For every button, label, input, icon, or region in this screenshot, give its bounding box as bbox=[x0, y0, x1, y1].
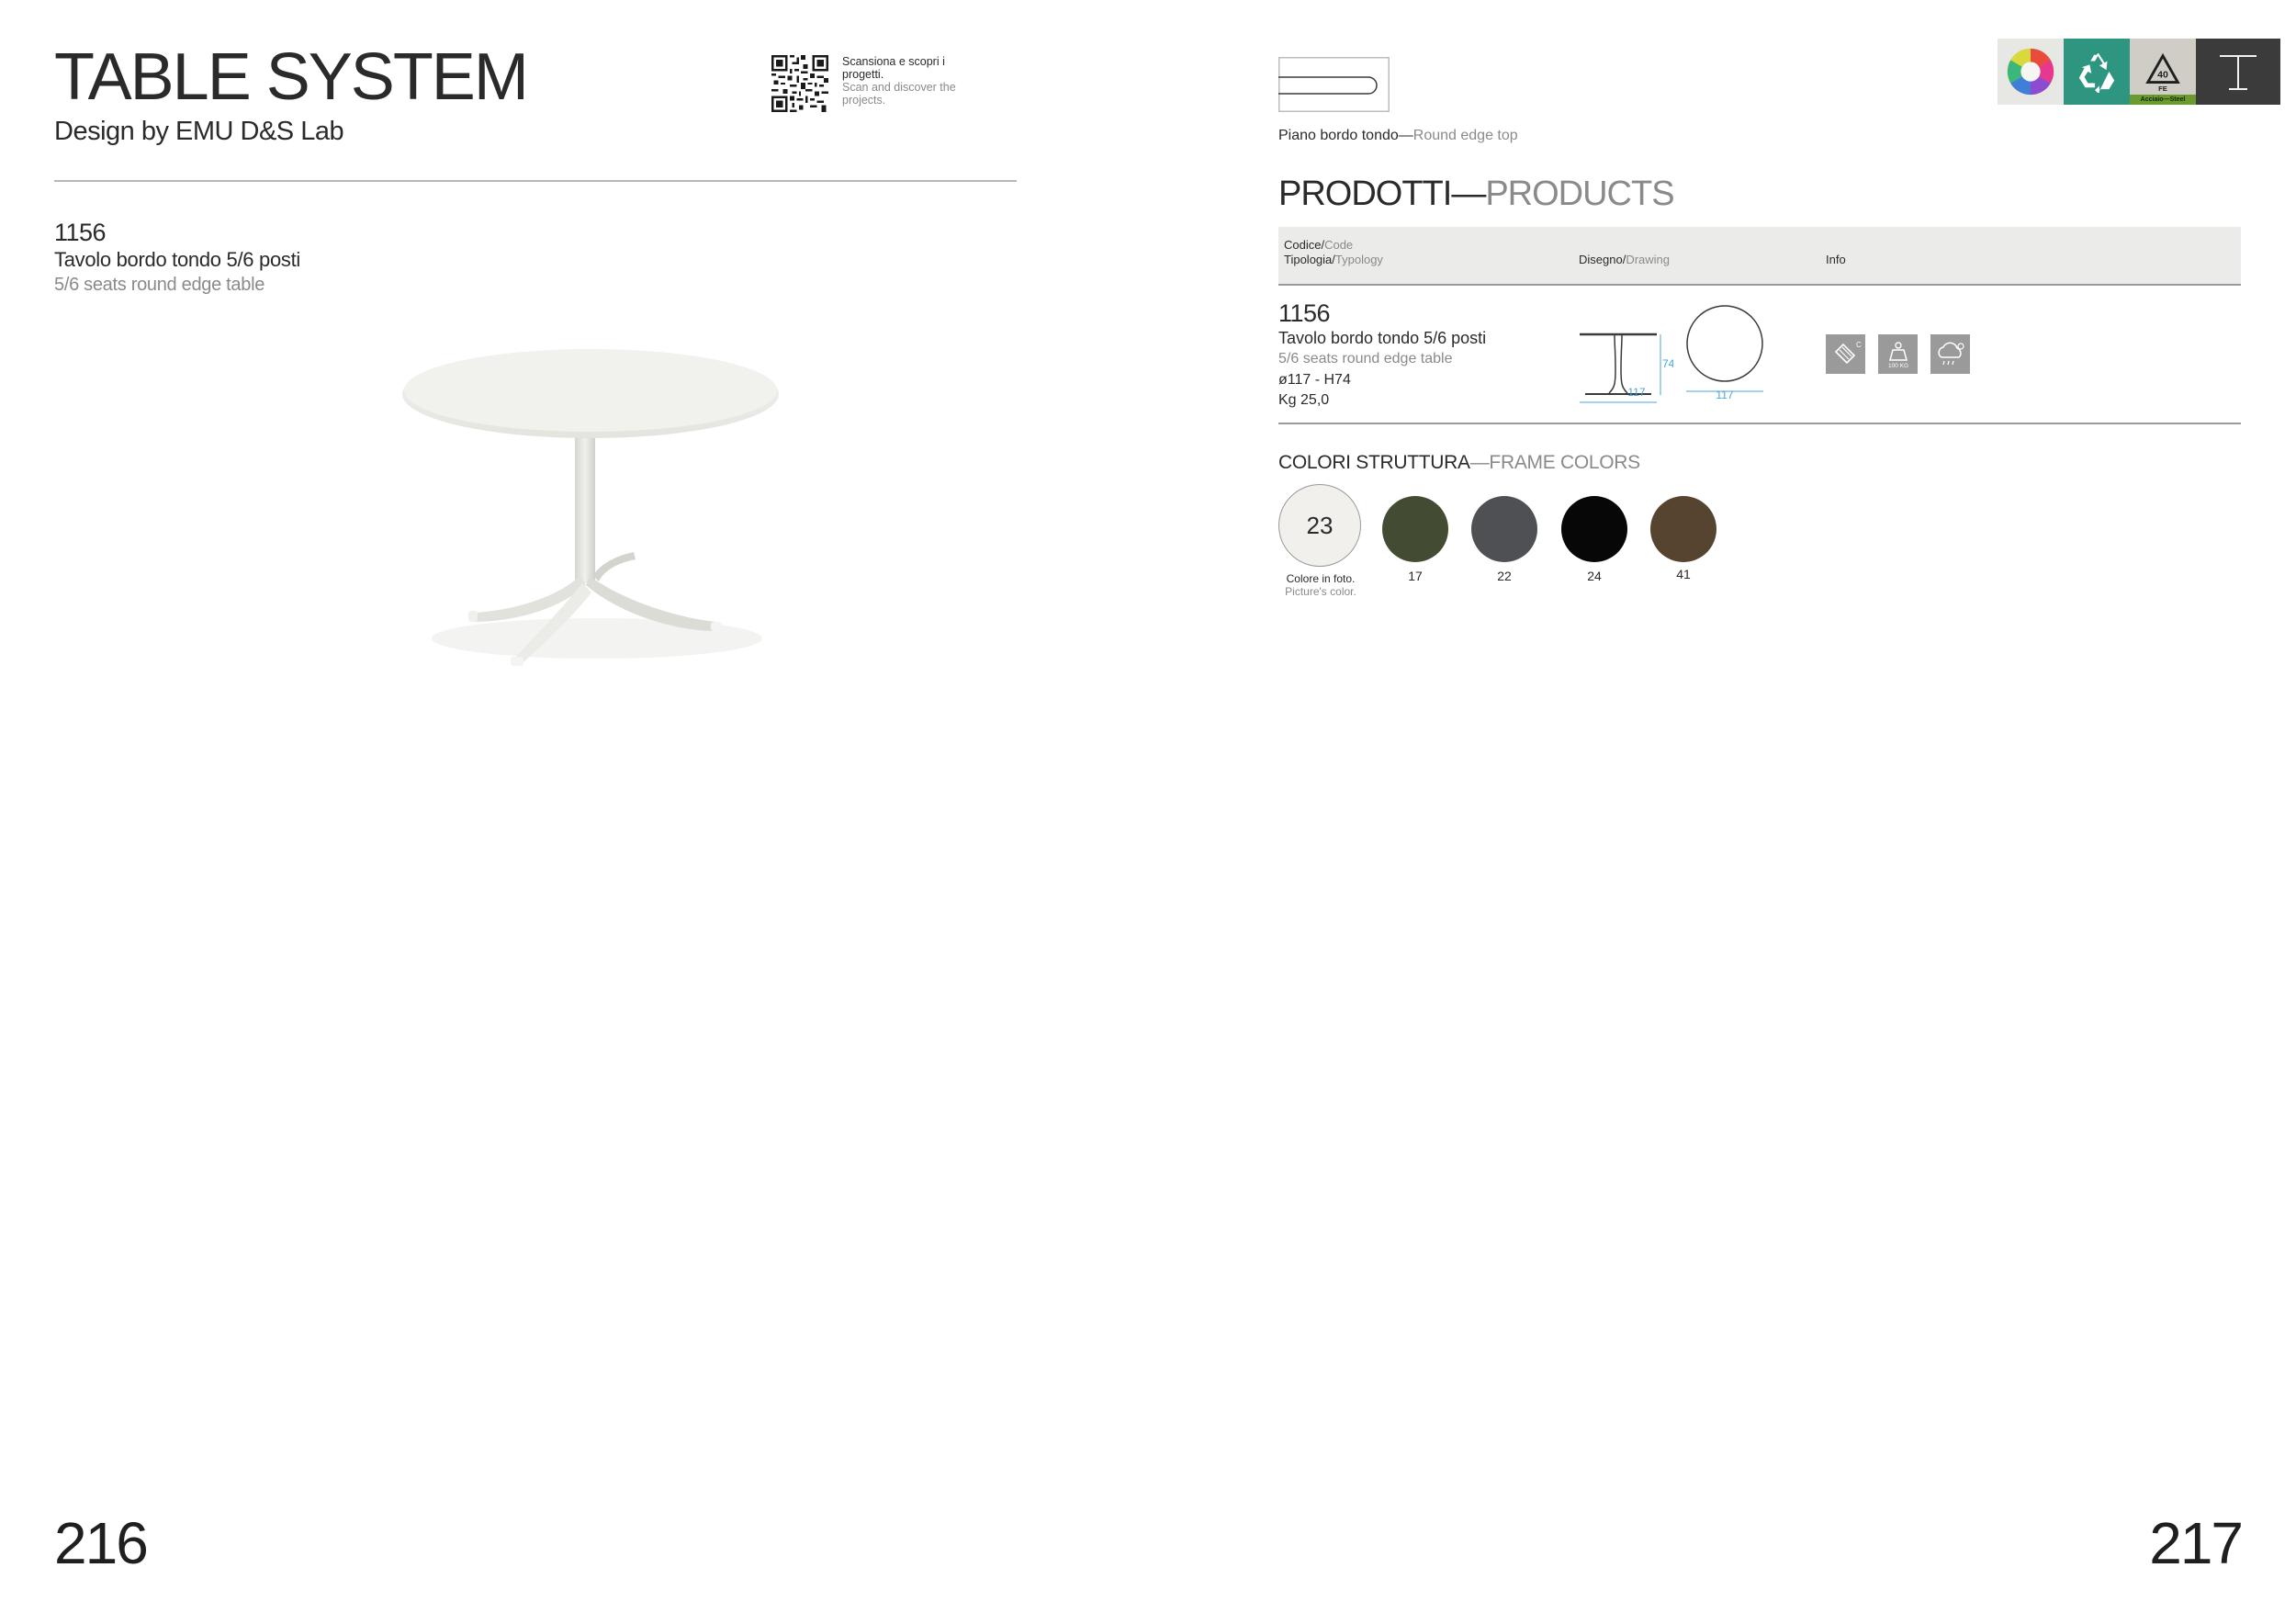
header-typology-it: Tipologia/ bbox=[1284, 253, 1335, 266]
product-name-it: Tavolo bordo tondo 5/6 posti bbox=[54, 248, 301, 271]
header-info: Info bbox=[1826, 253, 1846, 266]
color-label-22: 22 bbox=[1497, 569, 1512, 583]
color-label-41: 41 bbox=[1676, 567, 1691, 581]
header-typology-en: Typology bbox=[1334, 253, 1383, 266]
drawing-height-label: 74 bbox=[1662, 357, 1673, 370]
edge-caption: Piano bordo tondo—Round edge top bbox=[1278, 128, 1518, 144]
color-code-23: 23 bbox=[1306, 511, 1334, 539]
steel-badge-code: FE bbox=[2158, 85, 2167, 93]
drawing-diameter-label: 117 bbox=[1716, 389, 1734, 401]
photo-color-it: Colore in foto. bbox=[1286, 572, 1356, 585]
products-heading-it: PRODOTTI bbox=[1278, 175, 1452, 213]
color-label-17: 17 bbox=[1408, 569, 1423, 583]
row-product-name-en: 5/6 seats round edge table bbox=[1278, 351, 1453, 367]
color-swatch-17[interactable] bbox=[1382, 496, 1448, 562]
table-header-divider bbox=[1278, 284, 2241, 286]
anti-scratch-icon: C bbox=[1826, 334, 1865, 374]
feature-badges: 40 FE Acciaio—Steel bbox=[1998, 39, 2280, 105]
row-product-code: 1156 bbox=[1278, 299, 1331, 327]
page-number-right: 217 bbox=[2149, 1510, 2244, 1576]
info-icons: C 100 KG bbox=[1826, 334, 1970, 374]
table-product-photo bbox=[402, 349, 779, 666]
products-heading-en: PRODUCTS bbox=[1485, 175, 1674, 213]
load-capacity-icon: 100 KG bbox=[1878, 334, 1918, 374]
qr-caption-en: Scan and discover the projects. bbox=[842, 81, 956, 107]
frame-colors-heading-en: FRAME COLORS bbox=[1489, 452, 1640, 473]
color-swatch-41[interactable] bbox=[1650, 496, 1716, 562]
color-swatch-24[interactable] bbox=[1561, 496, 1627, 562]
page-title: TABLE SYSTEM bbox=[54, 40, 529, 114]
color-wheel-icon bbox=[1998, 39, 2064, 105]
qr-caption: Scansiona e scopri i progetti. Scan and … bbox=[842, 55, 962, 107]
edge-caption-en: Round edge top bbox=[1412, 128, 1518, 143]
products-heading: PRODOTTI—PRODUCTS bbox=[1278, 175, 1675, 214]
table-system-icon bbox=[2196, 39, 2280, 105]
products-table-header: Codice/Code Tipologia/Typology Disegno/D… bbox=[1278, 227, 2241, 284]
svg-text:C: C bbox=[1856, 341, 1862, 349]
photo-color-en: Picture's color. bbox=[1285, 585, 1356, 598]
table-row-divider bbox=[1278, 423, 2241, 424]
product-name-en: 5/6 seats round edge table bbox=[54, 275, 265, 295]
product-code: 1156 bbox=[54, 219, 107, 246]
header-code-en: Code bbox=[1324, 238, 1354, 252]
color-swatch-22[interactable] bbox=[1471, 496, 1537, 562]
row-product-name-it: Tavolo bordo tondo 5/6 posti bbox=[1278, 329, 1487, 347]
row-weight: Kg 25,0 bbox=[1278, 392, 1330, 408]
frame-colors-heading-separator: — bbox=[1469, 452, 1490, 473]
recycle-icon bbox=[2064, 39, 2130, 105]
color-swatch-23[interactable]: 23 bbox=[1278, 484, 1361, 567]
steel-recycling-icon: 40 FE Acciaio—Steel bbox=[2130, 39, 2196, 105]
row-dimensions: ø117 - H74 bbox=[1278, 372, 1351, 388]
products-heading-separator: — bbox=[1451, 175, 1486, 213]
frame-colors-heading-it: COLORI STRUTTURA bbox=[1278, 452, 1470, 473]
header-drawing: Disegno/Drawing bbox=[1579, 253, 1670, 267]
qr-code-icon[interactable] bbox=[771, 55, 828, 112]
weather-resistant-icon bbox=[1930, 334, 1970, 374]
header-code-it: Codice/ bbox=[1284, 238, 1325, 252]
steel-badge-number: 40 bbox=[2157, 70, 2168, 81]
round-edge-profile-icon bbox=[1278, 57, 1390, 112]
header-drawing-en: Drawing bbox=[1626, 253, 1670, 266]
page-number-left: 216 bbox=[54, 1510, 149, 1576]
photo-color-note: Colore in foto. Picture's color. bbox=[1269, 572, 1372, 598]
header-drawing-it: Disegno/ bbox=[1579, 253, 1626, 266]
edge-caption-separator: — bbox=[1398, 128, 1413, 143]
steel-badge-label: Acciaio—Steel bbox=[2130, 95, 2196, 105]
color-label-24: 24 bbox=[1587, 569, 1602, 583]
designer-subtitle: Design by EMU D&S Lab bbox=[54, 117, 344, 146]
frame-colors-heading: COLORI STRUTTURA—FRAME COLORS bbox=[1278, 452, 1640, 474]
edge-caption-it: Piano bordo tondo bbox=[1278, 128, 1399, 143]
qr-caption-it: Scansiona e scopri i progetti. bbox=[842, 55, 945, 81]
header-code-typology: Codice/Code Tipologia/Typology bbox=[1284, 238, 1383, 267]
drawing-width-label: 117 bbox=[1627, 386, 1646, 399]
load-capacity-label: 100 KG bbox=[1887, 363, 1908, 369]
header-divider bbox=[54, 180, 1017, 182]
